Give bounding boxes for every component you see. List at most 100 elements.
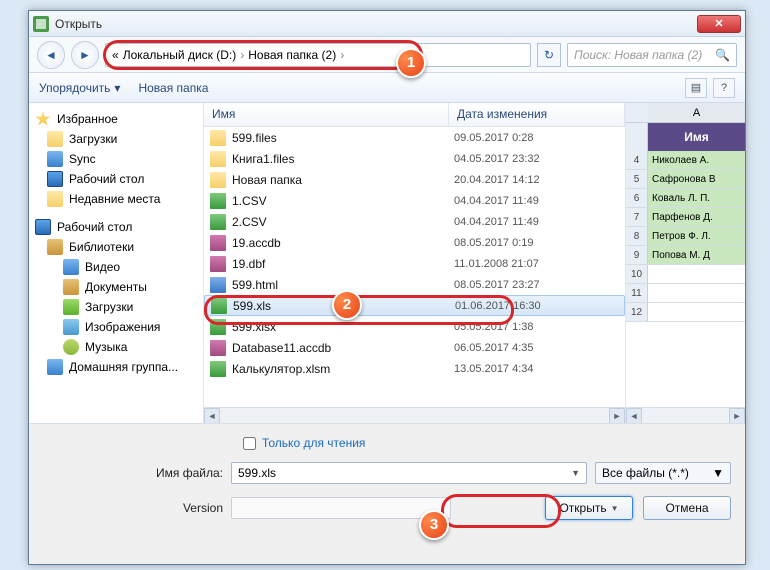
htm-icon	[210, 277, 226, 293]
file-row[interactable]: Книга1.files04.05.2017 23:32	[204, 148, 625, 169]
row-number: 6	[626, 189, 648, 207]
open-dialog: Открыть ✕ ◄ ► « Локальный диск (D:) › Но…	[28, 10, 746, 565]
sidebar-item-pictures[interactable]: Изображения	[29, 317, 203, 337]
library-icon	[47, 239, 63, 255]
crumb-folder[interactable]: Новая папка (2)	[248, 48, 336, 62]
help-button[interactable]: ?	[713, 78, 735, 98]
file-name: 599.files	[232, 131, 454, 145]
refresh-button[interactable]: ↻	[537, 43, 561, 67]
preview-row: 7Парфенов Д.	[626, 208, 745, 227]
version-select[interactable]	[231, 497, 451, 519]
window-title: Открыть	[55, 17, 697, 31]
file-row[interactable]: 1.CSV04.04.2017 11:49	[204, 190, 625, 211]
version-label: Version	[43, 501, 223, 515]
readonly-checkbox[interactable]: Только для чтения	[243, 436, 731, 450]
preview-row: 4Николаев А.	[626, 151, 745, 170]
file-date: 08.05.2017 0:19	[454, 237, 534, 249]
row-value: Попова М. Д	[648, 246, 745, 264]
sidebar-desktop-root[interactable]: Рабочий стол	[29, 217, 203, 237]
titlebar: Открыть ✕	[29, 11, 745, 37]
file-row[interactable]: 599.xls01.06.2017 16:30	[204, 295, 625, 316]
file-row[interactable]: Калькулятор.xlsm13.05.2017 4:34	[204, 358, 625, 379]
readonly-check[interactable]	[243, 437, 256, 450]
chevron-down-icon[interactable]: ▼	[712, 466, 724, 480]
forward-button[interactable]: ►	[71, 41, 99, 69]
col-name[interactable]: Имя	[204, 103, 449, 126]
sidebar-item-documents[interactable]: Документы	[29, 277, 203, 297]
sidebar-item-recent[interactable]: Недавние места	[29, 189, 203, 209]
open-button[interactable]: Открыть ▼	[545, 496, 633, 520]
sidebar-homegroup[interactable]: Домашняя группа...	[29, 357, 203, 377]
view-mode-button[interactable]: ▤	[685, 78, 707, 98]
sidebar-item-music[interactable]: Музыка	[29, 337, 203, 357]
doc-icon	[63, 279, 79, 295]
back-button[interactable]: ◄	[37, 41, 65, 69]
file-row[interactable]: 2.CSV04.04.2017 11:49	[204, 211, 625, 232]
desktop-icon	[35, 219, 51, 235]
video-icon	[63, 259, 79, 275]
file-row[interactable]: 19.dbf11.01.2008 21:07	[204, 253, 625, 274]
crumb-prefix: «	[112, 48, 119, 62]
col-date[interactable]: Дата изменения	[449, 103, 625, 126]
preview-row: 5Сафронова В	[626, 170, 745, 189]
file-row[interactable]: Новая папка20.04.2017 14:12	[204, 169, 625, 190]
breadcrumb[interactable]: « Локальный диск (D:) › Новая папка (2) …	[105, 43, 531, 67]
xls-icon	[210, 193, 226, 209]
file-date: 09.05.2017 0:28	[454, 132, 534, 144]
fold-icon	[210, 172, 226, 188]
xls-icon	[210, 214, 226, 230]
file-date: 06.05.2017 4:35	[454, 342, 534, 354]
scroll-right-icon[interactable]: ►	[729, 408, 745, 424]
file-row[interactable]: Database11.accdb06.05.2017 4:35	[204, 337, 625, 358]
organize-menu[interactable]: Упорядочить ▾	[39, 81, 120, 95]
search-input[interactable]: Поиск: Новая папка (2) 🔍	[567, 43, 737, 67]
preview-h-scrollbar[interactable]: ◄ ►	[626, 407, 745, 423]
sidebar-item-video[interactable]: Видео	[29, 257, 203, 277]
file-date: 13.05.2017 4:34	[454, 363, 534, 375]
refresh-icon: ↻	[544, 48, 554, 62]
sidebar-favorites[interactable]: Избранное	[29, 109, 203, 129]
row-number: 8	[626, 227, 648, 245]
file-row[interactable]: 19.accdb08.05.2017 0:19	[204, 232, 625, 253]
file-date: 08.05.2017 23:27	[454, 279, 540, 291]
close-button[interactable]: ✕	[697, 15, 741, 33]
dialog-body: Избранное Загрузки Sync Рабочий стол Нед…	[29, 103, 745, 423]
sidebar-item-downloads[interactable]: Загрузки	[29, 297, 203, 317]
star-icon	[35, 111, 51, 127]
file-row[interactable]: 599.xlsx05.05.2017 1:38	[204, 316, 625, 337]
preview-row-empty: 12	[626, 303, 745, 322]
scroll-left-icon[interactable]: ◄	[204, 408, 220, 424]
scroll-left-icon[interactable]: ◄	[626, 408, 642, 424]
sync-icon	[47, 151, 63, 167]
file-name: Новая папка	[232, 173, 454, 187]
xls-icon	[210, 361, 226, 377]
filetype-filter[interactable]: Все файлы (*.*) ▼	[595, 462, 731, 484]
file-row[interactable]: 599.html08.05.2017 23:27	[204, 274, 625, 295]
sidebar-item-sync[interactable]: Sync	[29, 149, 203, 169]
row-value: Парфенов Д.	[648, 208, 745, 226]
file-date: 04.05.2017 23:32	[454, 153, 540, 165]
preview-row: 6Коваль Л. П.	[626, 189, 745, 208]
preview-row-empty: 11	[626, 284, 745, 303]
scroll-right-icon[interactable]: ►	[609, 408, 625, 424]
new-folder-button[interactable]: Новая папка	[138, 81, 208, 95]
cancel-button[interactable]: Отмена	[643, 496, 731, 520]
filename-label: Имя файла:	[43, 466, 223, 480]
chevron-down-icon[interactable]: ▼	[611, 504, 619, 513]
navbar: ◄ ► « Локальный диск (D:) › Новая папка …	[29, 37, 745, 73]
crumb-disk[interactable]: Локальный диск (D:)	[123, 48, 237, 62]
h-scrollbar[interactable]: ◄ ►	[204, 407, 625, 423]
sidebar-item-downloads[interactable]: Загрузки	[29, 129, 203, 149]
xls-icon	[210, 319, 226, 335]
chevron-down-icon[interactable]: ▼	[571, 468, 580, 478]
sidebar-libraries[interactable]: Библиотеки	[29, 237, 203, 257]
file-name: Database11.accdb	[232, 341, 454, 355]
file-name: 1.CSV	[232, 194, 454, 208]
sidebar-item-desktop[interactable]: Рабочий стол	[29, 169, 203, 189]
recent-icon	[47, 191, 63, 207]
file-date: 05.05.2017 1:38	[454, 321, 534, 333]
row-number: 5	[626, 170, 648, 188]
file-row[interactable]: 599.files09.05.2017 0:28	[204, 127, 625, 148]
desktop-icon	[47, 171, 63, 187]
filename-input[interactable]: 599.xls ▼	[231, 462, 587, 484]
